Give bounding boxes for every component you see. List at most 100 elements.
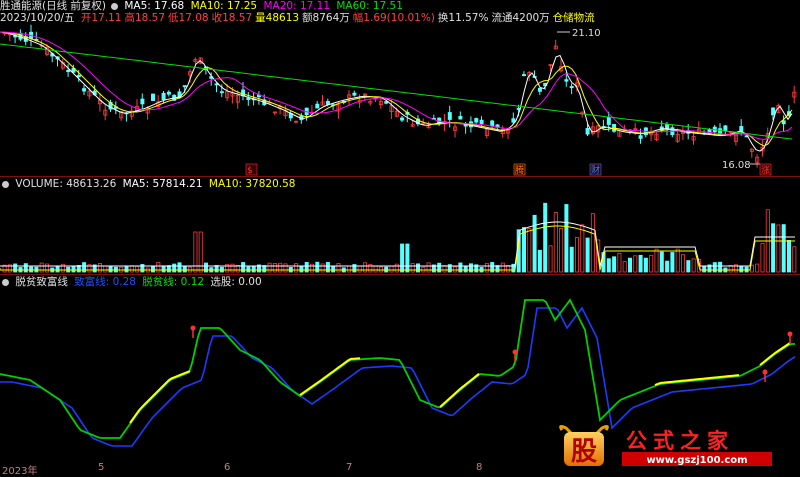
volume-bar <box>150 266 155 273</box>
turnover-label: 换11.57% <box>437 12 489 24</box>
volume-bar <box>82 262 87 273</box>
signal-dot <box>787 331 793 337</box>
volume-bar <box>315 261 320 273</box>
amount-label: 额8764万 <box>302 12 350 24</box>
volume-bar <box>108 265 113 273</box>
ma20-label: MA20: 17.11 <box>263 0 331 12</box>
volume-bar <box>686 260 691 273</box>
volume-bar <box>60 263 65 273</box>
logo-char: 股 <box>571 437 597 467</box>
candle <box>522 74 527 76</box>
volume-bar <box>325 262 330 273</box>
volume-bar <box>781 224 786 273</box>
volume-bar <box>177 262 182 273</box>
volume-bar <box>156 261 161 273</box>
volume-bar <box>511 263 516 273</box>
volume-bar <box>675 248 680 273</box>
volume-bar <box>569 246 574 273</box>
volume-bar <box>649 254 654 273</box>
volume-bar <box>251 266 256 273</box>
volume-bar <box>13 263 18 273</box>
volume-bar <box>564 204 569 273</box>
volume-bar <box>23 263 28 273</box>
close-label: 收18.57 <box>211 12 253 24</box>
event-badge-label: 腾 <box>515 164 524 176</box>
volume-bar <box>103 265 108 273</box>
volume-bar <box>331 266 336 273</box>
candle <box>384 101 389 104</box>
volume-bar <box>458 262 463 273</box>
volume-bar <box>739 266 744 273</box>
volume-bar <box>373 265 378 273</box>
volume-bar <box>787 239 792 273</box>
volume-bar <box>394 263 399 273</box>
high-label: 高18.57 <box>124 12 166 24</box>
volume-bar <box>654 248 659 273</box>
volume-bar <box>553 212 558 273</box>
volume-bar <box>792 246 797 273</box>
volume-bar <box>612 256 617 273</box>
candle <box>665 124 670 129</box>
signal-segment <box>439 373 480 408</box>
volume-bar <box>135 265 140 273</box>
volume-bar <box>468 263 473 273</box>
volume-bar <box>776 224 781 273</box>
candle <box>474 118 479 123</box>
line2-label: 脱贫线: 0.12 <box>142 276 205 288</box>
logo-text: 公式之家 <box>626 429 734 453</box>
indicator-settings-icon[interactable] <box>2 278 9 286</box>
volume-bar <box>537 249 542 273</box>
candle <box>569 86 574 89</box>
volume-bar <box>347 265 352 273</box>
candle <box>458 116 463 120</box>
volume-bar <box>410 263 415 273</box>
signal-segment <box>129 370 191 424</box>
volume-bar <box>691 258 696 273</box>
candle <box>585 128 590 135</box>
low-marker-label: 16.08 <box>722 160 751 171</box>
event-badge-label: $ <box>247 166 253 176</box>
volume-bar <box>304 262 309 273</box>
volume-bar <box>659 251 664 273</box>
volume-settings-icon[interactable] <box>2 180 9 188</box>
volume-bar <box>718 261 723 273</box>
float-label: 流通4200万 <box>491 12 550 24</box>
candle <box>315 103 320 109</box>
volume-label: 量48613 <box>255 12 300 24</box>
volume-bar <box>702 265 707 273</box>
x-label-jun: 6 <box>224 462 231 473</box>
candle <box>479 119 484 124</box>
ma60-label: MA60: 17.51 <box>336 0 403 12</box>
candle <box>66 69 71 73</box>
volume-bar <box>98 263 103 273</box>
candle <box>166 91 171 95</box>
volume-bar <box>617 252 622 273</box>
volume-chart[interactable] <box>0 192 800 274</box>
signal-dot <box>762 369 768 375</box>
signal-dot <box>512 349 518 355</box>
volume-bar <box>166 265 171 273</box>
candle <box>447 112 452 120</box>
x-label-jul: 7 <box>346 462 353 473</box>
event-badge-label: 财 <box>591 164 600 176</box>
settings-icon[interactable] <box>111 2 119 10</box>
volume-bar <box>267 262 272 273</box>
candle <box>723 125 728 131</box>
volume-bar <box>309 263 314 273</box>
candle <box>564 79 569 82</box>
candle <box>739 126 744 132</box>
gszj-logo: 股 公式之家 www.gszj100.com <box>556 424 780 468</box>
volume-bar <box>638 254 643 273</box>
sector-label[interactable]: 仓储物流 <box>553 12 595 24</box>
volume-bar <box>230 263 235 273</box>
volume-bar <box>532 214 537 273</box>
volume-bar <box>463 265 468 273</box>
volume-bar <box>633 255 638 273</box>
candle <box>612 124 617 132</box>
date-label: 2023/10/20/五 <box>0 12 75 24</box>
price-chart[interactable]: 21.10 16.08 $ 腾 财 涨 <box>0 24 800 176</box>
volume-bar <box>405 243 410 273</box>
volume-bar <box>241 262 246 273</box>
candle <box>76 75 81 78</box>
x-label-year: 2023年 <box>2 466 38 477</box>
